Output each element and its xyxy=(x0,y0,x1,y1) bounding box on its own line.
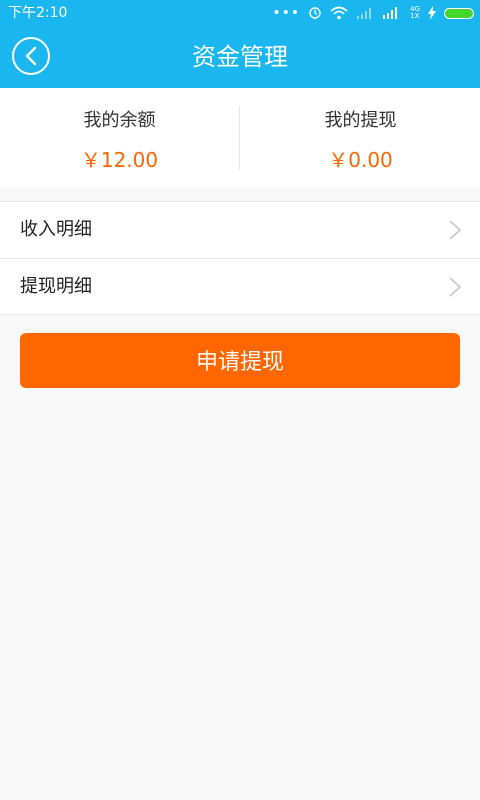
column-divider xyxy=(239,106,240,170)
apply-withdraw-button[interactable]: 申请提现 xyxy=(20,333,460,388)
my-withdraw-value: ￥0.00 xyxy=(328,148,393,172)
back-button[interactable] xyxy=(12,37,50,75)
menu-item-label: 提现明细 xyxy=(20,276,92,297)
status-bar: 下午2:10 ••• 4G 1X xyxy=(0,0,480,26)
my-balance-label: 我的余额 xyxy=(83,110,156,131)
my-withdraw-label: 我的提现 xyxy=(324,110,397,131)
network-type: 4G 1X xyxy=(410,5,420,20)
menu-item-income-details[interactable]: 收入明细 xyxy=(0,202,480,258)
status-time: 下午2:10 xyxy=(8,5,68,21)
status-icons: ••• 4G 1X xyxy=(272,4,474,22)
my-balance-panel: 我的余额 ￥12.00 xyxy=(0,88,239,188)
alarm-icon xyxy=(309,7,321,19)
charging-icon xyxy=(428,6,436,20)
wifi-icon xyxy=(330,6,348,20)
app-header: 资金管理 xyxy=(0,26,480,88)
menu-item-label: 收入明细 xyxy=(20,219,92,240)
my-balance-value: ￥12.00 xyxy=(80,148,159,172)
signal-icon-sim2 xyxy=(383,7,398,19)
battery-icon xyxy=(444,7,474,19)
back-circle-icon xyxy=(25,46,37,66)
my-withdraw-panel: 我的提现 ￥0.00 xyxy=(241,88,480,188)
menu-item-withdraw-details[interactable]: 提现明细 xyxy=(0,258,480,315)
detail-menu: 收入明细 提现明细 xyxy=(0,201,480,315)
chevron-right-icon xyxy=(449,277,462,297)
signal-icon-sim1 xyxy=(357,8,372,19)
chevron-right-icon xyxy=(449,220,462,240)
more-dots-icon: ••• xyxy=(272,5,301,21)
page-title: 资金管理 xyxy=(192,43,288,71)
balance-card: 我的余额 ￥12.00 我的提现 ￥0.00 xyxy=(0,88,480,188)
